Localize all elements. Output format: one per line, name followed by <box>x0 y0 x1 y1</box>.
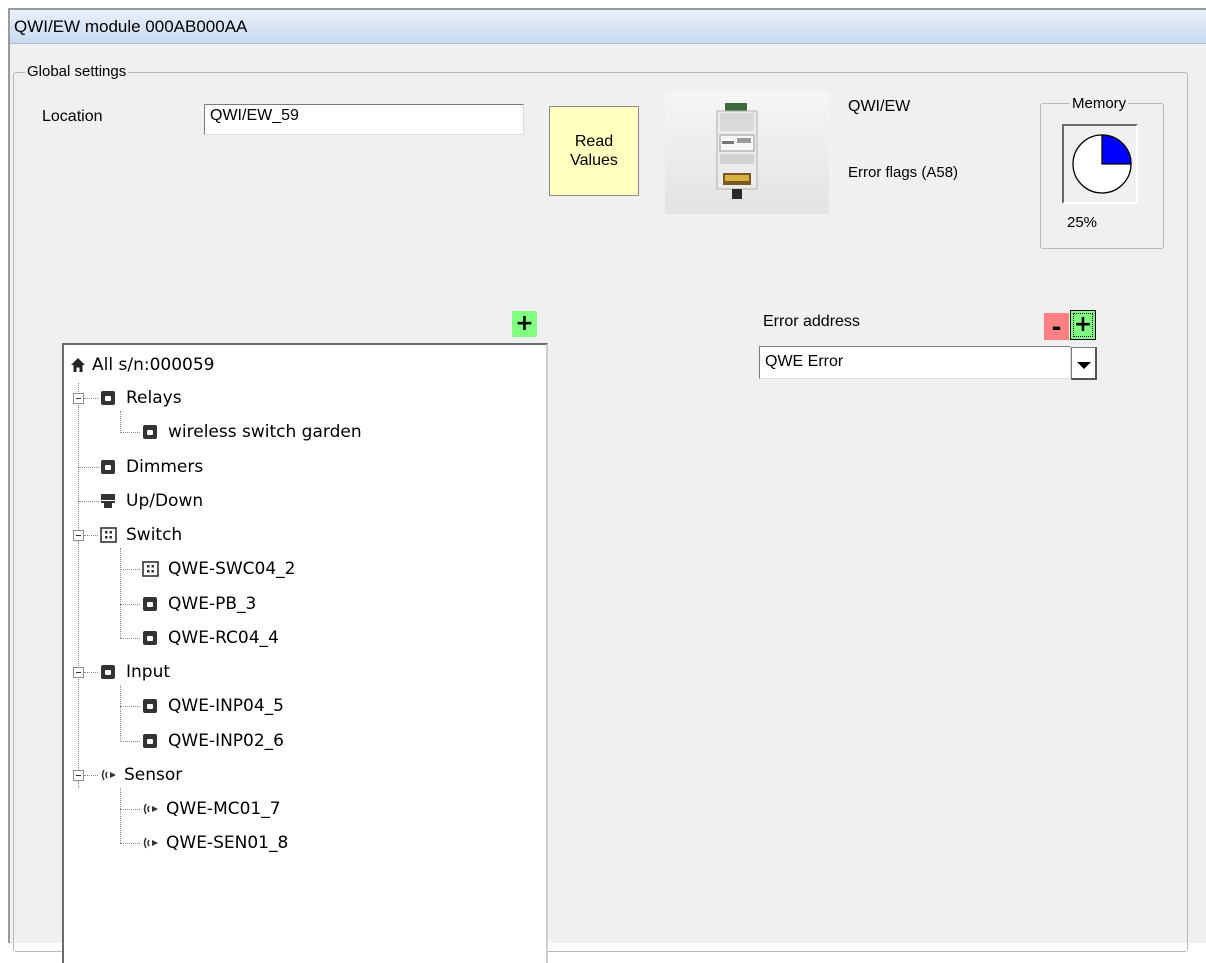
module-icon <box>101 391 115 405</box>
tree-item-label: Up/Down <box>126 491 204 511</box>
module-icon <box>101 665 115 679</box>
tree-line <box>84 535 98 536</box>
tree-line <box>120 685 121 740</box>
tree-line <box>120 411 121 431</box>
tree-item-label: Sensor <box>124 765 183 785</box>
tree-item-label: Relays <box>126 388 182 408</box>
home-icon <box>71 358 85 372</box>
memory-percent: 25% <box>1067 214 1098 231</box>
location-label: Location <box>42 108 103 125</box>
error-address-select[interactable]: QWE Error <box>759 346 1071 379</box>
tree-line <box>79 501 99 502</box>
tree-line <box>120 843 140 844</box>
tree-line <box>120 548 121 638</box>
keypad-icon <box>100 527 117 543</box>
tree-item-label: QWE-SEN01_8 <box>166 833 289 853</box>
global-settings-legend: Global settings <box>25 63 129 80</box>
location-input[interactable]: QWI/EW_59 <box>204 104 524 135</box>
chevron-down-icon <box>1077 362 1091 369</box>
tree-root-label: All s/n:000059 <box>92 355 215 375</box>
sensor-icon <box>143 803 158 815</box>
module-icon <box>143 734 157 748</box>
tree-line <box>120 638 140 639</box>
collapse-icon[interactable] <box>73 667 84 678</box>
memory-pie-chart <box>1072 134 1132 194</box>
device-name: QWI/EW <box>848 98 911 115</box>
remove-error-address-button[interactable]: - <box>1044 313 1069 340</box>
tree-line <box>120 604 140 605</box>
tree-line <box>120 809 140 810</box>
keypad-icon <box>142 561 159 577</box>
tree-item-label: wireless switch garden <box>168 422 362 442</box>
tree-line <box>120 569 140 570</box>
sensor-icon <box>101 769 116 781</box>
module-icon <box>143 631 157 645</box>
module-icon <box>143 597 157 611</box>
error-flags-label: Error flags (A58) <box>848 164 959 181</box>
module-icon <box>143 699 157 713</box>
sensor-icon <box>143 837 158 849</box>
tree-item-label: Dimmers <box>126 457 204 477</box>
tree-item-label: Input <box>126 662 171 682</box>
module-icon <box>101 460 115 474</box>
tree-line <box>84 398 98 399</box>
tree-item-label: QWE-INP04_5 <box>168 696 284 716</box>
error-address-label: Error address <box>763 313 860 330</box>
module-icon <box>143 425 157 439</box>
tree-item-label: Switch <box>126 525 183 545</box>
add-error-address-button[interactable]: + <box>1070 310 1096 340</box>
tree-item-label: QWE-RC04_4 <box>168 628 279 648</box>
collapse-icon[interactable] <box>73 393 84 404</box>
tree-item-label: QWE-INP02_6 <box>168 731 284 751</box>
shutter-icon <box>101 494 115 508</box>
read-values-button[interactable]: Read Values <box>549 106 639 196</box>
tree-item-label: QWE-PB_3 <box>168 594 257 614</box>
tree-line <box>120 741 140 742</box>
error-address-dropdown-button[interactable] <box>1071 347 1097 380</box>
memory-used-slice <box>1101 134 1132 165</box>
window-title: QWI/EW module 000AB000AA <box>14 17 248 36</box>
tree-item-label: QWE-SWC04_2 <box>168 559 296 579</box>
tree-add-button[interactable]: + <box>512 311 537 337</box>
memory-pie-box <box>1062 124 1138 204</box>
collapse-icon[interactable] <box>73 770 84 781</box>
tree-line <box>120 432 140 433</box>
tree-item-label: QWE-MC01_7 <box>166 799 281 819</box>
device-image <box>665 91 829 214</box>
tree-line <box>78 383 79 788</box>
tree-line <box>84 775 98 776</box>
collapse-icon[interactable] <box>73 530 84 541</box>
memory-legend: Memory <box>1070 95 1129 112</box>
tree-line <box>120 706 140 707</box>
module-tree[interactable]: All s/n:000059 Relays wireless switch ga… <box>62 343 548 963</box>
tree-line <box>84 672 98 673</box>
tree-line <box>79 467 99 468</box>
title-bar: QWI/EW module 000AB000AA <box>10 10 1206 44</box>
tree-line <box>120 788 121 843</box>
